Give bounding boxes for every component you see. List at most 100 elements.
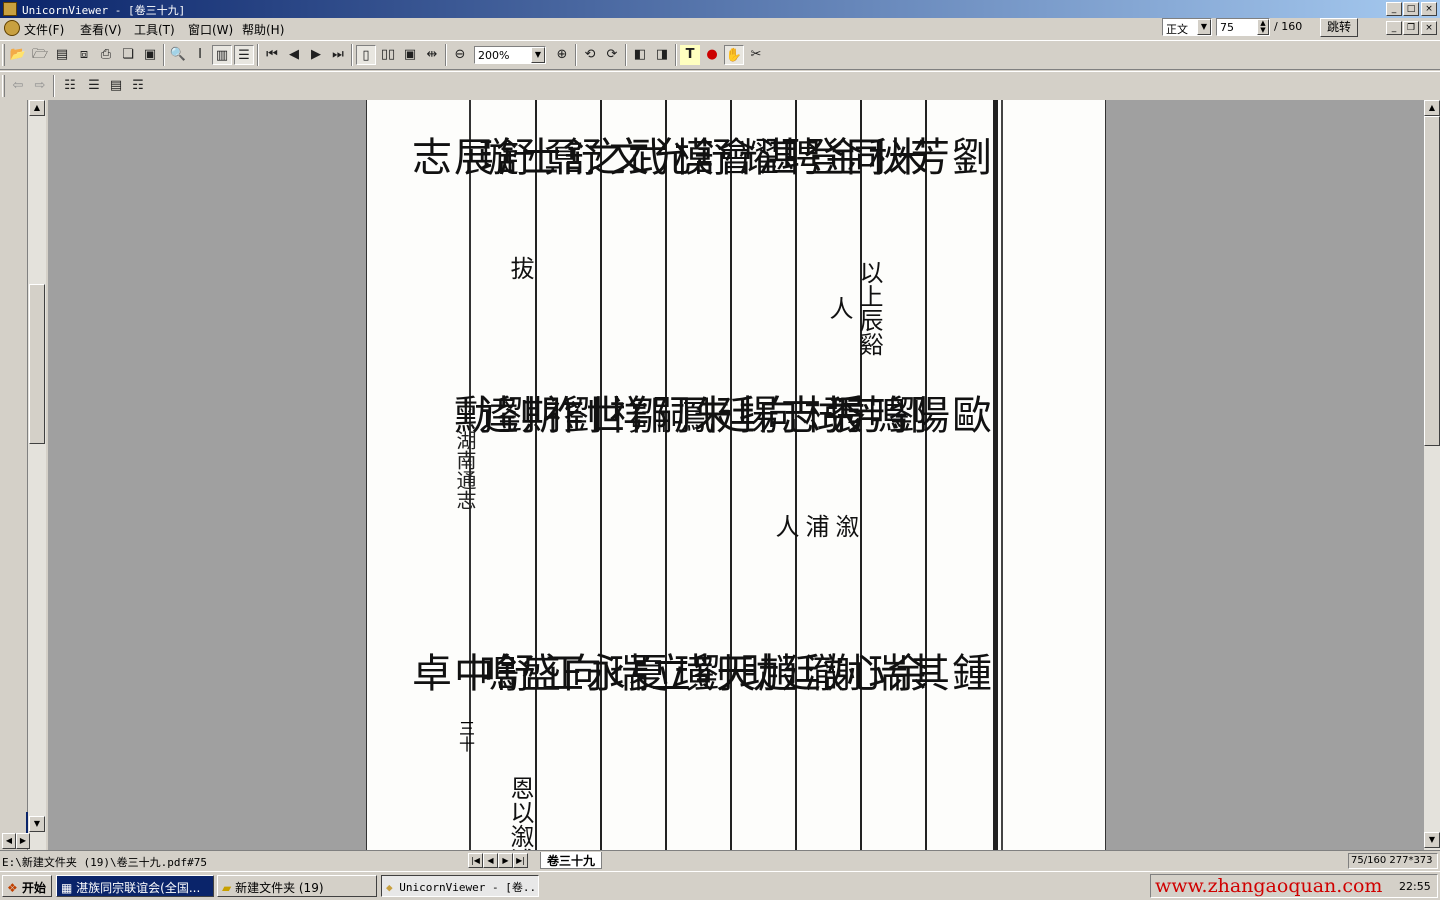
image-copy-icon[interactable]: ◨ <box>652 45 672 65</box>
toolbar-separator <box>53 75 55 97</box>
zoom-in-icon[interactable]: ⊕ <box>552 45 572 65</box>
zoom-select[interactable]: 200% ▼ <box>474 46 546 64</box>
previous-page-icon[interactable]: ◀ <box>284 45 304 65</box>
scroll-left-icon[interactable]: ◀ <box>2 833 16 849</box>
outline-sync-icon[interactable]: ☶ <box>128 76 148 96</box>
maximize-button[interactable]: □ <box>1403 2 1419 16</box>
scroll-up-icon[interactable]: ▲ <box>29 100 45 116</box>
page-canvas: 湖南通志 三十 劉芳秋 歐陽鳴秀 鍾其瑞 米同登 劉芳栻 余心澈 金聘耀 以上辰… <box>366 100 1106 850</box>
page-border-right-inner <box>1001 100 1003 850</box>
print-icon[interactable]: ⎙ <box>96 45 116 65</box>
next-page-icon[interactable]: ▶ <box>306 45 326 65</box>
hand-tool-icon[interactable]: ✋ <box>724 45 744 65</box>
first-page-icon[interactable]: ⏮ <box>262 45 282 65</box>
doc-restore-button[interactable]: ❐ <box>1403 21 1419 35</box>
back-arrow-icon[interactable]: ⇦ <box>8 76 28 96</box>
entry-name: 鍾其瑞 <box>861 652 991 692</box>
single-page-icon[interactable]: ▯ <box>356 45 376 65</box>
rotate-left-icon[interactable]: ⟲ <box>580 45 600 65</box>
window-title: UnicornViewer - [卷三十九] <box>22 4 186 17</box>
fit-width-icon[interactable]: ⇹ <box>422 45 442 65</box>
doc-minimize-button[interactable]: _ <box>1386 21 1402 35</box>
menu-view[interactable]: 查看(V) <box>80 21 122 38</box>
taskbar-item-label: 湛族同宗联谊会(全国... <box>76 881 201 895</box>
document-scrollbar[interactable]: ▲ ▼ <box>1424 100 1440 850</box>
entry-name: 張志揚 <box>732 394 862 434</box>
folder-icon[interactable]: 🗁 <box>30 45 50 65</box>
scroll-down-icon[interactable]: ▼ <box>1424 832 1440 848</box>
document-icon[interactable] <box>4 20 20 36</box>
zoom-out-icon[interactable]: ⊖ <box>450 45 470 65</box>
scroll-thumb[interactable] <box>1424 116 1440 446</box>
menu-window[interactable]: 窗口(W) <box>188 21 233 38</box>
clock[interactable]: 22:55 <box>1399 880 1431 893</box>
settings-tools-icon[interactable]: ✂ <box>746 45 766 65</box>
document-list-icon[interactable]: ▤ <box>52 45 72 65</box>
document-viewport[interactable]: 湖南通志 三十 劉芳秋 歐陽鳴秀 鍾其瑞 米同登 劉芳栻 余心澈 金聘耀 以上辰… <box>48 100 1440 850</box>
start-button[interactable]: ❖ 开始 <box>2 875 52 897</box>
fit-page-icon[interactable]: ▣ <box>400 45 420 65</box>
browser-icon: ▦ <box>61 881 73 895</box>
chevron-down-icon[interactable]: ▼ <box>531 47 545 63</box>
jump-button[interactable]: 跳转 <box>1320 18 1358 37</box>
outline-collapse-icon[interactable]: ☰ <box>84 76 104 96</box>
color-icon[interactable]: ● <box>702 45 722 65</box>
doc-close-button[interactable]: × <box>1421 21 1437 35</box>
bookmark-pane-icon[interactable]: ☰ <box>234 45 254 65</box>
menu-tools[interactable]: 工具(T) <box>134 21 175 38</box>
next-sheet-icon[interactable]: ▶ <box>498 853 513 868</box>
bookmark-scrollbar[interactable]: ▲ ▼ <box>28 100 46 850</box>
text-select-icon[interactable]: I <box>190 45 210 65</box>
entry-name: 向廷鳳 <box>667 394 797 434</box>
taskbar-item-viewer[interactable]: ◆ UnicornViewer - [卷... <box>381 875 539 897</box>
app-icon[interactable] <box>3 2 17 16</box>
zoom-search-icon[interactable]: 🔍 <box>168 45 188 65</box>
page-border-right <box>993 100 998 850</box>
outline-expand-icon[interactable]: ☷ <box>60 76 80 96</box>
chevron-down-icon[interactable]: ▼ <box>1197 19 1211 35</box>
column-rule <box>535 100 537 850</box>
scroll-up-icon[interactable]: ▲ <box>1424 100 1440 116</box>
taskbar-item-browser[interactable]: ▦ 湛族同宗联谊会(全国... <box>56 875 214 897</box>
page-number-input[interactable]: 75 ▲ ▼ <box>1216 18 1270 36</box>
system-tray: www.zhangaoquan.com 22:55 <box>1150 874 1438 898</box>
scroll-right-icon[interactable]: ▶ <box>16 833 30 849</box>
menu-help[interactable]: 帮助(H) <box>242 21 284 38</box>
text-tool-icon[interactable]: T <box>680 45 700 65</box>
entry-name: 朱嗣祥 <box>602 394 732 434</box>
taskbar-item-label: 新建文件夹 (19) <box>235 881 324 895</box>
page-spinner[interactable]: ▲ ▼ <box>1257 19 1269 35</box>
forward-arrow-icon[interactable]: ⇨ <box>30 76 50 96</box>
entry-name: 夏永正 <box>537 652 667 692</box>
first-sheet-icon[interactable]: |◀ <box>468 853 483 868</box>
sheet-navigation: |◀ ◀ ▶ ▶| <box>468 853 528 868</box>
minimize-button[interactable]: _ <box>1386 2 1402 16</box>
save-icon[interactable]: ▣ <box>140 45 160 65</box>
close-button[interactable]: × <box>1421 2 1437 16</box>
entry-name: 劉立瑞 <box>602 652 732 692</box>
prev-sheet-icon[interactable]: ◀ <box>483 853 498 868</box>
menu-file[interactable]: 文件(F) <box>24 21 64 38</box>
mode-select[interactable]: 正文 ▼ <box>1162 18 1212 36</box>
last-page-icon[interactable]: ⏭ <box>328 45 348 65</box>
outline-page-icon[interactable]: ▤ <box>106 76 126 96</box>
bookmark-list[interactable] <box>4 100 28 850</box>
rotate-right-icon[interactable]: ⟳ <box>602 45 622 65</box>
image-export-icon[interactable]: ◧ <box>630 45 650 65</box>
scroll-thumb[interactable] <box>29 284 45 444</box>
copy-icon[interactable]: ❏ <box>118 45 138 65</box>
title-bar: UnicornViewer - [卷三十九] _ □ × <box>0 0 1440 18</box>
page-number-value: 75 <box>1220 21 1234 34</box>
open-folder-icon[interactable]: 📂 <box>8 45 28 65</box>
taskbar-item-folder[interactable]: ▰ 新建文件夹 (19) <box>217 875 377 897</box>
entry-name: 武之鼐 <box>537 136 667 176</box>
thumbnail-pane-icon[interactable]: ▥ <box>212 45 232 65</box>
scroll-down-icon[interactable]: ▼ <box>29 816 45 832</box>
toolbar-separator <box>575 44 577 66</box>
entry-name: 鄒世祚 <box>537 394 667 434</box>
sheet-tab[interactable]: 卷三十九 <box>540 852 602 869</box>
two-page-icon[interactable]: ▯▯ <box>378 45 398 65</box>
scan-icon[interactable]: ⧈ <box>74 45 94 65</box>
taskbar-item-label: UnicornViewer - [卷... <box>399 881 539 894</box>
last-sheet-icon[interactable]: ▶| <box>513 853 528 868</box>
